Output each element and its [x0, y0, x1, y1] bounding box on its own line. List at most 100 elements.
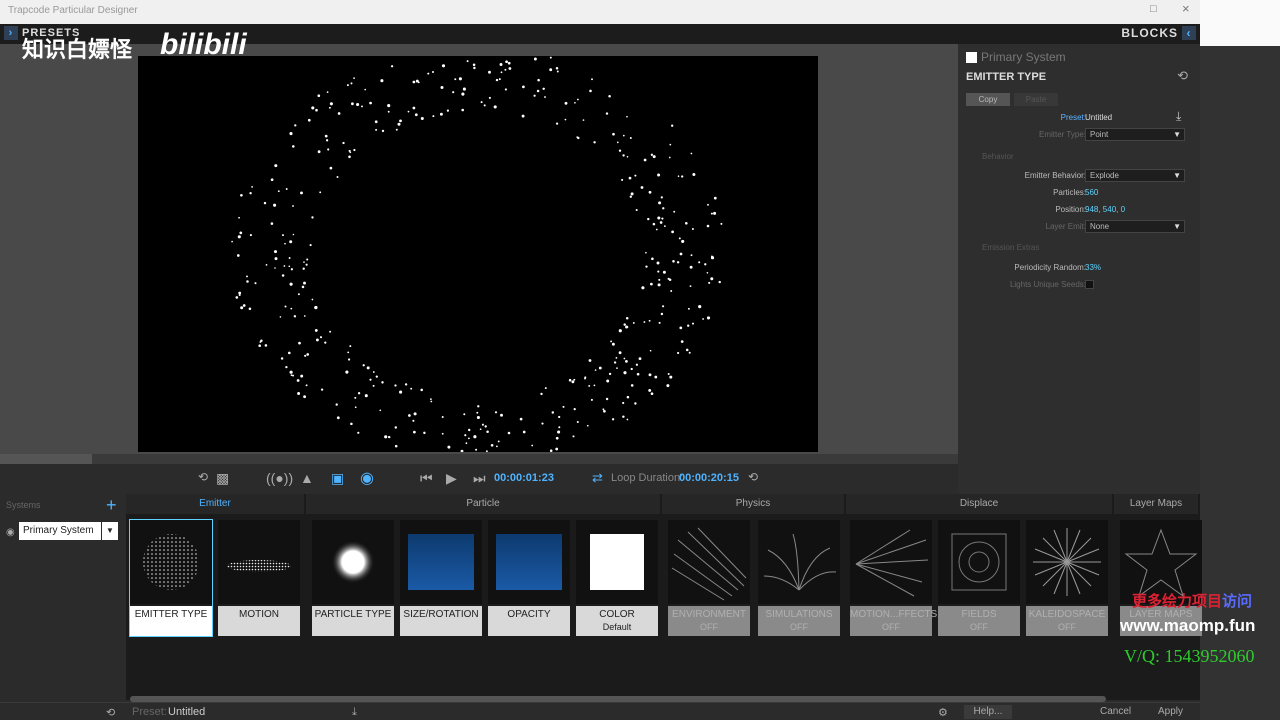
skip-forward-icon[interactable]: ⏭: [473, 470, 486, 487]
particle: [258, 344, 261, 347]
particle: [522, 430, 526, 434]
particle: [274, 164, 278, 168]
periodicity-label: Periodicity Random:: [1014, 263, 1086, 272]
eye-icon[interactable]: ◉: [360, 468, 374, 488]
particle: [655, 228, 658, 231]
layer-select[interactable]: None ▼: [1085, 220, 1185, 233]
reset-loop-icon[interactable]: ⟲: [748, 470, 758, 484]
particle: [284, 305, 287, 308]
particle: [326, 91, 329, 93]
particle: [290, 374, 293, 376]
color-thumb: [576, 520, 658, 604]
particle: [441, 64, 446, 68]
tile-motion[interactable]: MOTION: [218, 520, 300, 636]
particles-row: Particles: 560: [958, 186, 1200, 200]
systems-header: Systems: [6, 500, 41, 510]
particle: [454, 78, 457, 81]
particle: [602, 408, 605, 411]
tile-opacity[interactable]: OPACITY: [488, 520, 570, 636]
motion-blur-icon[interactable]: ▲: [300, 470, 314, 486]
skip-back-icon[interactable]: ⏮: [420, 470, 433, 487]
particles-value[interactable]: 560: [1085, 188, 1098, 197]
particle: [490, 443, 494, 447]
particle: [336, 176, 339, 178]
cancel-button[interactable]: Cancel: [1100, 706, 1131, 717]
particle: [544, 96, 546, 98]
group-particle[interactable]: Particle: [306, 494, 662, 514]
particle: [558, 426, 561, 429]
preview-viewport[interactable]: [138, 56, 818, 453]
eye-icon[interactable]: ◉: [6, 527, 15, 538]
particle: [645, 265, 648, 268]
particle: [304, 354, 307, 357]
particle: [582, 119, 585, 121]
particle: [643, 321, 646, 323]
tile-color[interactable]: COLOR Default: [576, 520, 658, 636]
loop-duration-value[interactable]: 00:00:20:15: [679, 472, 739, 484]
particle: [654, 375, 658, 379]
emitter-behavior-select[interactable]: Explode ▼: [1085, 169, 1185, 182]
tile-kaleidospace[interactable]: KALEIDOSPACE OFF: [1026, 520, 1108, 636]
particle: [315, 338, 319, 342]
particle: [412, 80, 416, 84]
current-timecode[interactable]: 00:00:01:23: [494, 472, 554, 484]
particle: [305, 263, 308, 266]
play-icon[interactable]: ▶: [446, 470, 457, 487]
group-displace[interactable]: Displace: [846, 494, 1114, 514]
system-checkbox[interactable]: [966, 52, 977, 64]
close-icon[interactable]: ×: [1182, 1, 1190, 16]
particle: [669, 375, 673, 379]
particle: [507, 431, 511, 435]
help-button[interactable]: Help...: [964, 705, 1012, 719]
particle: [648, 388, 652, 392]
emitter-type-select[interactable]: Point ▼: [1085, 128, 1185, 141]
position-value[interactable]: 948, 540, 0: [1085, 205, 1125, 214]
particle: [500, 71, 503, 74]
tile-emitter-type[interactable]: EMITTER TYPE: [129, 519, 213, 637]
refresh-icon[interactable]: ⟲: [198, 470, 208, 484]
chevron-down-icon[interactable]: ▼: [102, 522, 118, 540]
particle: [630, 367, 633, 371]
save-preset-icon[interactable]: ⤓: [1176, 109, 1181, 124]
viewport-icon[interactable]: ▣: [331, 470, 344, 487]
preset-value[interactable]: Untitled: [1085, 113, 1112, 122]
save-preset-icon[interactable]: ⤓: [352, 706, 357, 719]
group-emitter[interactable]: Emitter: [126, 494, 306, 514]
timeline-scrubber[interactable]: [0, 454, 958, 464]
reset-icon[interactable]: ⟲: [106, 706, 115, 719]
particle: [235, 296, 239, 299]
particle: [611, 418, 615, 421]
tile-environment[interactable]: ENVIRONMENT OFF: [668, 520, 750, 636]
add-system-icon[interactable]: +: [106, 495, 117, 516]
blocks-toggle[interactable]: BLOCKS ‹: [1121, 26, 1196, 40]
camera-icon[interactable]: ▩: [216, 470, 229, 487]
particle: [662, 207, 665, 210]
particle: [713, 196, 717, 200]
emitter-type-label: Emitter Type:: [1039, 130, 1086, 139]
tile-size-rotation[interactable]: SIZE/ROTATION: [400, 520, 482, 636]
tile-motion-effects[interactable]: MOTION...FFECTS OFF: [850, 520, 937, 636]
copy-button[interactable]: Copy: [966, 93, 1010, 106]
system-select[interactable]: Primary System: [19, 522, 101, 540]
reset-icon[interactable]: ⟲: [1177, 68, 1188, 84]
group-layer-maps[interactable]: Layer Maps: [1114, 494, 1200, 514]
particle: [412, 106, 416, 110]
tile-fields[interactable]: FIELDS OFF: [938, 520, 1020, 636]
apply-button[interactable]: Apply: [1158, 706, 1183, 717]
loop-icon[interactable]: ⇄: [592, 470, 603, 486]
tile-simulations[interactable]: SIMULATIONS OFF: [758, 520, 840, 636]
particle: [555, 447, 559, 451]
paste-button[interactable]: Paste: [1014, 93, 1058, 106]
particle: [702, 318, 704, 320]
gear-icon[interactable]: ⚙: [938, 706, 948, 719]
emitter-type-thumb: [130, 520, 212, 604]
particle: [357, 431, 360, 434]
tile-particle-type[interactable]: PARTICLE TYPE: [312, 520, 394, 636]
periodicity-value[interactable]: 33%: [1085, 263, 1101, 272]
emitter-behavior-value: Explode: [1090, 171, 1119, 180]
group-physics[interactable]: Physics: [662, 494, 846, 514]
unique-seeds-checkbox[interactable]: [1085, 280, 1094, 289]
audio-icon[interactable]: ((●)): [266, 470, 293, 486]
particle: [533, 57, 537, 61]
restore-icon[interactable]: □: [1150, 3, 1157, 15]
